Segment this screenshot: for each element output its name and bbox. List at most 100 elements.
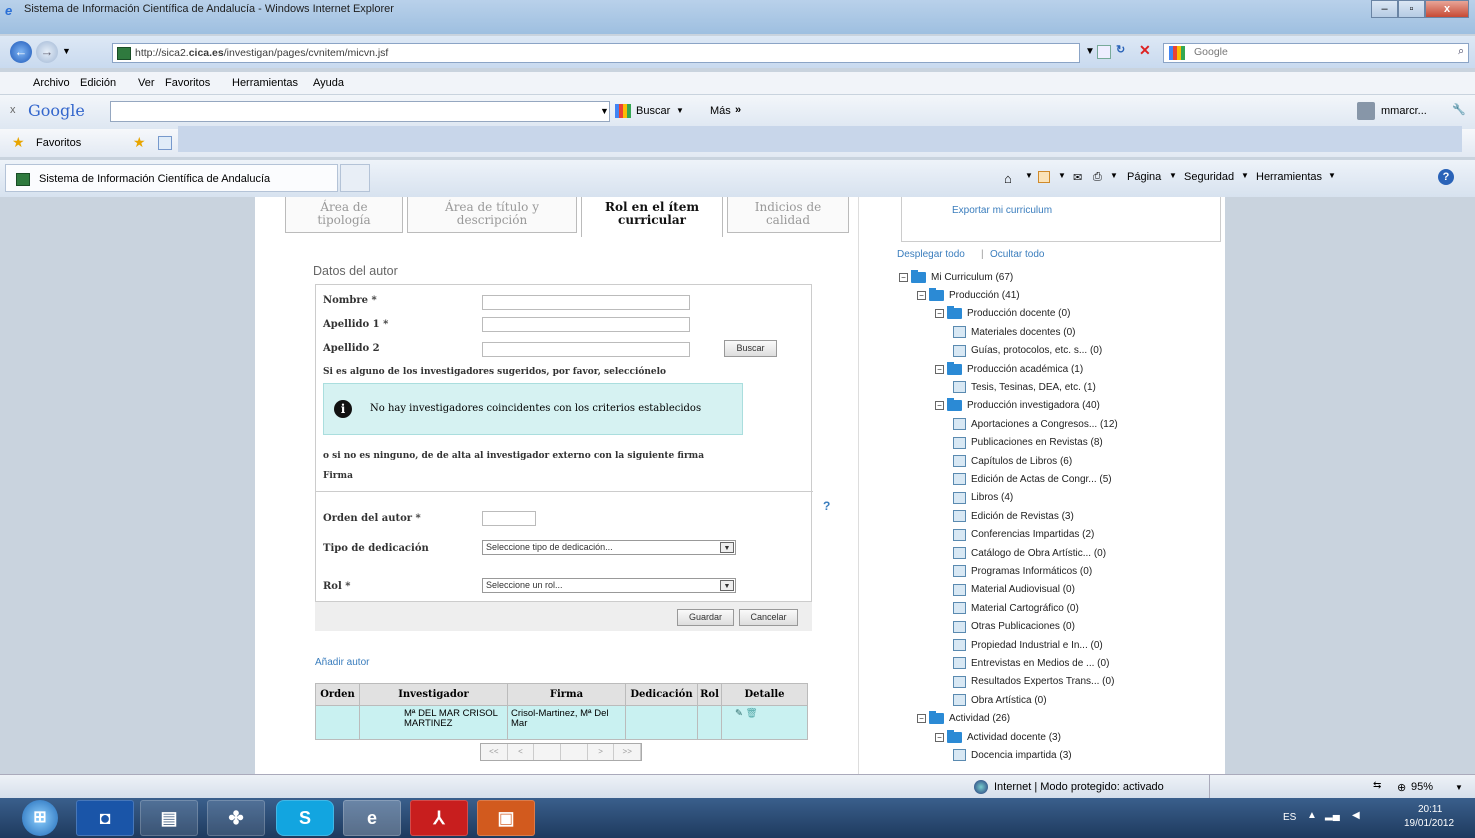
edit-pencil-icon[interactable]: ✎ [735, 708, 743, 719]
nombre-input[interactable] [482, 295, 690, 310]
guardar-button[interactable]: Guardar [677, 609, 734, 626]
tree-folder[interactable]: − Producción académica (1) [935, 361, 1083, 377]
home-dropdown-icon[interactable]: ▼ [1025, 171, 1033, 180]
orden-input[interactable] [482, 511, 536, 526]
tree-item[interactable]: Aportaciones a Congresos... (12) [953, 416, 1118, 432]
tree-item[interactable]: Obra Artística (0) [953, 692, 1047, 708]
user-avatar[interactable] [1357, 102, 1375, 120]
collapse-toggle-icon[interactable]: − [935, 364, 944, 374]
trash-icon[interactable]: 🗑 [746, 708, 758, 719]
tab-area-titulo[interactable]: Área de título y descripción [407, 197, 577, 233]
col-orden[interactable]: Orden [315, 683, 360, 706]
google-mas-button[interactable]: Más [710, 105, 731, 117]
print-dropdown-icon[interactable]: ▼ [1110, 171, 1118, 180]
collapse-toggle-icon[interactable]: − [899, 272, 908, 282]
menu-pagina[interactable]: Página [1127, 171, 1161, 183]
history-dropdown-icon[interactable]: ▼ [62, 46, 71, 56]
skype-icon[interactable]: S [276, 800, 334, 836]
table-row[interactable]: Mª DEL MAR CRISOL MARTINEZ Crisol-Martin… [315, 705, 808, 740]
clock-time[interactable]: 20:11 [1418, 804, 1442, 815]
tree-item[interactable]: Edición de Actas de Congr... (5) [953, 471, 1112, 487]
zoom-dropdown-icon[interactable]: ▼ [1455, 783, 1463, 792]
tree-item[interactable]: Material Cartográfico (0) [953, 600, 1079, 616]
tree-folder[interactable]: − Producción investigadora (40) [935, 398, 1100, 414]
tree-item[interactable]: Programas Informáticos (0) [953, 563, 1092, 579]
new-tab-button[interactable] [340, 164, 370, 192]
menu-herramientas-cmd[interactable]: Herramientas [1256, 171, 1322, 183]
close-button[interactable]: x [1425, 0, 1469, 18]
buscar-dropdown-icon[interactable]: ▼ [676, 106, 684, 115]
internet-explorer-taskbar-icon[interactable]: e [343, 800, 401, 836]
tree-folder[interactable]: − Actividad (26) [917, 711, 1010, 727]
tab-rol-item[interactable]: Rol en el ítem curricular [581, 197, 723, 237]
tree-item[interactable]: Otras Publicaciones (0) [953, 619, 1075, 635]
collapse-toggle-icon[interactable]: − [917, 714, 926, 724]
apellido2-input[interactable] [482, 342, 690, 357]
tab-area-tipologia[interactable]: Área de tipología [285, 197, 403, 233]
mail-icon[interactable]: ✉ [1073, 171, 1082, 184]
compat-view-icon[interactable] [1097, 45, 1111, 59]
help-question-icon[interactable]: ? [823, 499, 830, 513]
google-user-name[interactable]: mmarcr... [1381, 105, 1427, 117]
address-dropdown-icon[interactable]: ▼ [1085, 46, 1095, 57]
volume-icon[interactable]: ◀ [1352, 810, 1360, 821]
pager-page[interactable] [534, 744, 562, 760]
network-icon[interactable]: ▂▄ [1325, 810, 1340, 821]
tree-item[interactable]: Edición de Revistas (3) [953, 508, 1074, 524]
collapse-toggle-icon[interactable]: − [917, 290, 926, 300]
tree-folder[interactable]: − Mi Curriculum (67) [899, 269, 1013, 285]
pager-prev[interactable]: < [508, 744, 535, 760]
menu-favoritos[interactable]: Favoritos [165, 77, 210, 89]
favorites-button[interactable]: Favoritos [36, 137, 81, 149]
collapse-all-link[interactable]: Ocultar todo [990, 249, 1044, 260]
col-dedicacion[interactable]: Dedicación [625, 683, 698, 706]
add-author-link[interactable]: Añadir autor [315, 657, 369, 668]
search-magnifier-icon[interactable]: ⌕ [1458, 45, 1464, 58]
ie-search-box[interactable]: Google ⌕ [1163, 43, 1469, 63]
address-bar[interactable]: http://sica2.cica.es/investigan/pages/cv… [112, 43, 1080, 63]
tree-item[interactable]: Capítulos de Libros (6) [953, 453, 1072, 469]
minimize-button[interactable]: – [1371, 0, 1398, 18]
tree-item[interactable]: Resultados Expertos Trans... (0) [953, 674, 1114, 690]
tray-arrow-icon[interactable]: ▲ [1307, 810, 1317, 821]
col-firma[interactable]: Firma [507, 683, 626, 706]
protected-mode-icon[interactable]: ⇆ [1373, 780, 1381, 791]
print-icon[interactable]: ⎙ [1093, 171, 1102, 184]
add-favorite-icon[interactable]: ★ [133, 134, 146, 151]
menu-archivo[interactable]: Archivo [33, 77, 70, 89]
menu-ver[interactable]: Ver [138, 77, 155, 89]
feeds-dropdown-icon[interactable]: ▼ [1058, 171, 1066, 180]
ie-page-icon[interactable] [158, 136, 172, 150]
toolbar-close-icon[interactable]: x [10, 104, 16, 116]
pager-first[interactable]: << [481, 744, 508, 760]
home-icon[interactable]: ⌂ [1004, 171, 1012, 186]
acrobat-icon[interactable]: ⅄ [410, 800, 468, 836]
taskbar-app-icon[interactable]: ◘ [76, 800, 134, 836]
menu-herramientas[interactable]: Herramientas [232, 77, 298, 89]
tree-item[interactable]: Tesis, Tesinas, DEA, etc. (1) [953, 379, 1096, 395]
pager-last[interactable]: >> [614, 744, 642, 760]
collapse-toggle-icon[interactable]: − [935, 732, 944, 742]
feeds-icon[interactable] [1038, 171, 1050, 183]
col-detalle[interactable]: Detalle [721, 683, 808, 706]
rol-select[interactable]: Seleccione un rol... ▼ [482, 578, 736, 593]
google-buscar-button[interactable]: Buscar [636, 105, 670, 117]
explorer-folder-icon[interactable]: ▤ [140, 800, 198, 836]
zoom-level[interactable]: 95% [1411, 781, 1433, 793]
tree-item[interactable]: Publicaciones en Revistas (8) [953, 435, 1103, 451]
powerpoint-icon[interactable]: ▣ [477, 800, 535, 836]
collapse-toggle-icon[interactable]: − [935, 309, 944, 319]
export-link[interactable]: Exportar mi curriculum [952, 205, 1052, 216]
collapse-toggle-icon[interactable]: − [935, 401, 944, 411]
col-investigador[interactable]: Investigador [359, 683, 508, 706]
menu-ayuda[interactable]: Ayuda [313, 77, 344, 89]
help-icon[interactable]: ? [1438, 169, 1454, 185]
tree-item[interactable]: Conferencias Impartidas (2) [953, 527, 1094, 543]
buscar-button[interactable]: Buscar [724, 340, 777, 357]
google-dropdown-icon[interactable]: ▼ [600, 106, 609, 116]
clock-date[interactable]: 19/01/2012 [1404, 818, 1454, 829]
tree-item[interactable]: Libros (4) [953, 490, 1013, 506]
apellido1-input[interactable] [482, 317, 690, 332]
dedicacion-select[interactable]: Seleccione tipo de dedicación... ▼ [482, 540, 736, 555]
browser-tab[interactable]: Sistema de Información Científica de And… [5, 164, 338, 192]
